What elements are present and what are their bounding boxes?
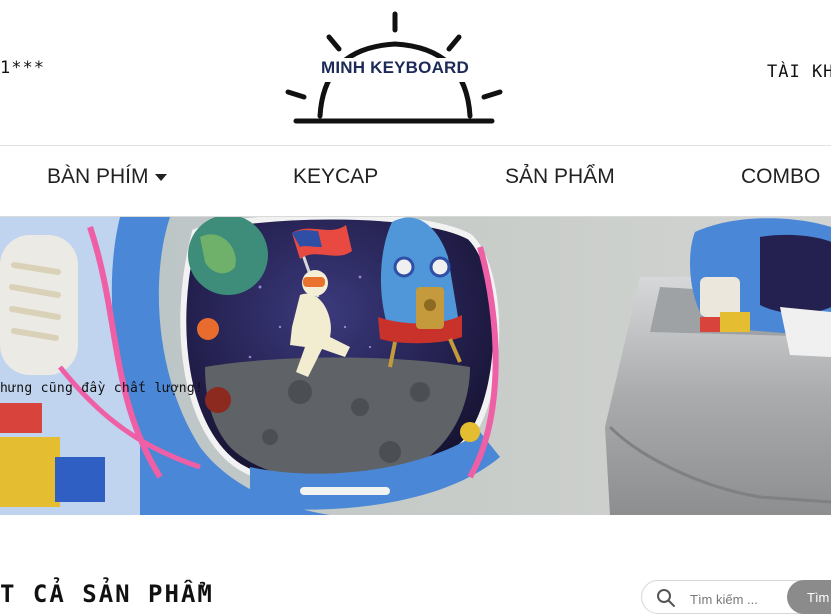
site-header: 1*** MINH KEYBOARD TÀI KH — [0, 0, 831, 146]
banner-tagline: hưng cũng đầy chất lượng! — [0, 381, 204, 396]
all-products-title: T CẢ SẢN PHẨM — [0, 580, 214, 608]
logo-text: MINH KEYBOARD — [320, 58, 470, 77]
main-nav: BÀN PHÍM KEYCAP SẢN PHẨM COMBO — [0, 146, 831, 216]
nav-item-san-pham[interactable]: SẢN PHẨM — [505, 165, 615, 189]
site-logo[interactable]: MINH KEYBOARD — [284, 10, 504, 125]
nav-item-label: KEYCAP — [293, 165, 379, 188]
nav-item-label: COMBO — [741, 165, 821, 188]
nav-item-label: SẢN PHẨM — [505, 165, 615, 188]
hotline-text: 1*** — [0, 58, 45, 78]
astronaut-keycap-image — [0, 217, 831, 515]
search-icon — [657, 589, 675, 607]
search-input[interactable] — [688, 587, 792, 611]
hero-banner[interactable]: hưng cũng đầy chất lượng! — [0, 217, 831, 515]
nav-item-keycap[interactable]: KEYCAP — [293, 165, 378, 189]
nav-item-combo[interactable]: COMBO — [741, 165, 820, 189]
caret-down-icon — [154, 173, 167, 181]
account-link[interactable]: TÀI KH — [767, 62, 831, 82]
nav-item-ban-phim[interactable]: BÀN PHÍM — [47, 165, 167, 189]
nav-item-label: BÀN PHÍM — [47, 165, 149, 188]
